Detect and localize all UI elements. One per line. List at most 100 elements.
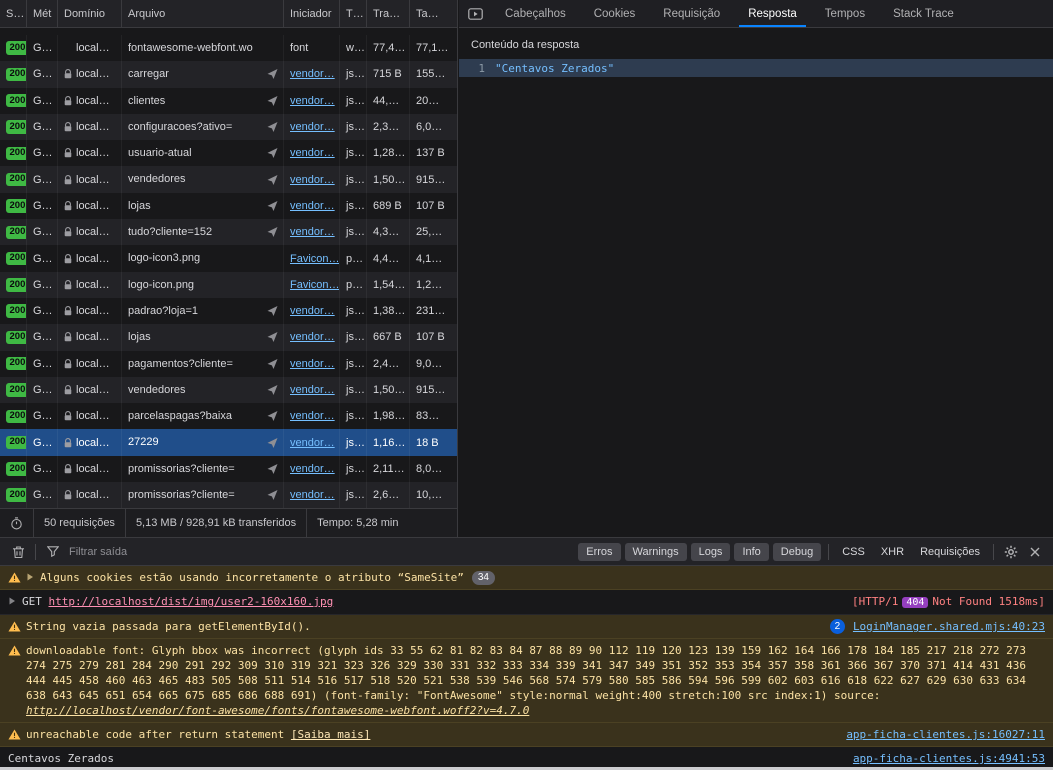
send-icon	[267, 332, 278, 343]
console-log-message[interactable]: Centavos Zerados app-ficha-clientes.js:4…	[0, 747, 1053, 767]
request-row[interactable]: 200 G… local… carregar vendor… js… 715 B…	[0, 61, 457, 87]
clear-console-button[interactable]	[6, 541, 30, 563]
col-header-size[interactable]: Ta…	[410, 0, 457, 27]
request-row[interactable]: 200 G… local… padrao?loja=1 vendor… js… …	[0, 298, 457, 324]
request-row[interactable]: 200 G… local… parcelaspagas?baixa vendor…	[0, 403, 457, 429]
resend-play-icon[interactable]	[459, 0, 491, 27]
warning-icon	[8, 727, 26, 740]
request-count: 50 requisições	[34, 509, 126, 537]
console-warning-unreachable[interactable]: unreachable code after return statement …	[0, 723, 1053, 747]
close-console-icon[interactable]	[1023, 541, 1047, 563]
initiator-cell[interactable]: Favicon…	[284, 245, 340, 271]
request-row[interactable]: 200 G… local… promissorias?cliente= vend…	[0, 482, 457, 508]
tab-cabeçalhos[interactable]: Cabeçalhos	[491, 0, 580, 27]
initiator-cell[interactable]: vendor…	[284, 482, 340, 508]
performance-analysis-button[interactable]	[0, 509, 34, 537]
filter-toggle-requisições[interactable]: Requisições	[912, 546, 988, 558]
expand-arrow-icon[interactable]	[26, 570, 40, 581]
initiator-cell[interactable]: vendor…	[284, 166, 340, 192]
filter-button-logs[interactable]: Logs	[691, 543, 731, 561]
col-header-type[interactable]: T…	[340, 0, 367, 27]
console-network-404[interactable]: GET http://localhost/dist/img/user2-160x…	[0, 590, 1053, 615]
initiator-cell[interactable]: vendor…	[284, 219, 340, 245]
request-row[interactable]: 200 G… local… configuracoes?ativo= vendo…	[0, 114, 457, 140]
file-label: lojas	[128, 200, 151, 212]
initiator-cell[interactable]: vendor…	[284, 403, 340, 429]
message-text: unreachable code after return statement	[26, 728, 291, 741]
request-url-link[interactable]: http://localhost/dist/img/user2-160x160.…	[49, 595, 334, 608]
response-section-title[interactable]: Conteúdo da resposta	[459, 28, 1053, 59]
learn-more-link[interactable]: [Saiba mais]	[291, 728, 370, 741]
request-row[interactable]: 200 G… local… promissorias?cliente= vend…	[0, 456, 457, 482]
initiator-cell[interactable]: vendor…	[284, 298, 340, 324]
initiator-cell[interactable]: vendor…	[284, 456, 340, 482]
initiator-cell[interactable]: Favicon…	[284, 272, 340, 298]
filter-button-debug[interactable]: Debug	[773, 543, 821, 561]
file-label: vendedores	[128, 173, 186, 185]
file-cell: parcelaspagas?baixa	[122, 403, 284, 429]
col-header-status[interactable]: S…	[0, 0, 27, 27]
filter-button-info[interactable]: Info	[734, 543, 768, 561]
request-row[interactable]: 200 G… local… clientes vendor… js… 44,… …	[0, 88, 457, 114]
initiator-cell[interactable]: vendor…	[284, 429, 340, 455]
filter-button-erros[interactable]: Erros	[578, 543, 620, 561]
filter-toggle-css[interactable]: CSS	[834, 546, 873, 558]
send-icon	[267, 227, 278, 238]
request-row[interactable]: 200 G… local… vendedores vendor… js… 1,5…	[0, 377, 457, 403]
source-location-link[interactable]: app-ficha-clientes.js:4941:53	[853, 752, 1045, 765]
transferred-cell: 2,6…	[367, 482, 410, 508]
request-row[interactable]: 200 G… local… lojas vendor… js… 689 B 10…	[0, 193, 457, 219]
console-filter-input[interactable]	[65, 546, 576, 558]
font-source-url-link[interactable]: http://localhost/vendor/font-awesome/fon…	[26, 704, 529, 717]
console-warning-samesite[interactable]: Alguns cookies estão usando incorretamen…	[0, 566, 1053, 590]
initiator-cell[interactable]: vendor…	[284, 61, 340, 87]
col-header-file[interactable]: Arquivo	[122, 0, 284, 27]
file-label: 27229	[128, 436, 159, 448]
method-cell: G…	[27, 429, 58, 455]
filter-button-warnings[interactable]: Warnings	[625, 543, 687, 561]
request-row[interactable]: 200 G… local… pagamentos?cliente= vendor…	[0, 351, 457, 377]
request-row[interactable]: 200 G… local… tudo?cliente=152 vendor… j…	[0, 219, 457, 245]
initiator-cell[interactable]: vendor…	[284, 88, 340, 114]
domain-label: local…	[76, 437, 110, 449]
console-warning-font-glyph[interactable]: downloadable font: Glyph bbox was incorr…	[0, 639, 1053, 723]
initiator-cell[interactable]: font	[284, 35, 340, 61]
console-warning-getelementbyid[interactable]: String vazia passada para getElementById…	[0, 615, 1053, 639]
request-row[interactable]: 200 G… local… 27229 vendor… js… 1,16… 18…	[0, 429, 457, 455]
initiator-cell[interactable]: vendor…	[284, 193, 340, 219]
request-row[interactable]: 200 G… local… logo-icon.png Favicon… p… …	[0, 272, 457, 298]
col-header-domain[interactable]: Domínio	[58, 0, 122, 27]
col-header-transferred[interactable]: Tra…	[367, 0, 410, 27]
domain-label: local…	[76, 147, 110, 159]
request-row[interactable]: 200 G… local… vendedores vendor… js… 1,5…	[0, 166, 457, 192]
status-cell: 200	[0, 245, 27, 271]
console-settings-gear-icon[interactable]	[999, 541, 1023, 563]
method-cell: G…	[27, 219, 58, 245]
initiator-cell[interactable]: vendor…	[284, 140, 340, 166]
tab-stack-trace[interactable]: Stack Trace	[879, 0, 968, 27]
http-status-text: Not Found 1518ms]	[932, 595, 1045, 608]
size-cell: 6,0…	[410, 114, 457, 140]
request-row[interactable]: 200 G… local… usuario-atual vendor… js… …	[0, 140, 457, 166]
request-row[interactable]: 200 G… local… fontawesome-webfont.wo fon…	[0, 35, 457, 61]
expand-arrow-icon[interactable]	[8, 594, 22, 605]
source-location-link[interactable]: LoginManager.shared.mjs:40:23	[853, 620, 1045, 633]
tab-cookies[interactable]: Cookies	[580, 0, 650, 27]
source-location-link[interactable]: app-ficha-clientes.js:16027:11	[846, 728, 1045, 741]
initiator-cell[interactable]: vendor…	[284, 351, 340, 377]
initiator-cell[interactable]: vendor…	[284, 377, 340, 403]
request-row[interactable]: 200 G… local… lojas vendor… js… 667 B 10…	[0, 324, 457, 350]
initiator-cell[interactable]: vendor…	[284, 114, 340, 140]
status-badge: 200	[6, 199, 27, 212]
response-line[interactable]: 1 "Centavos Zerados"	[459, 59, 1053, 77]
col-header-method[interactable]: Mét	[27, 0, 58, 27]
tab-tempos[interactable]: Tempos	[811, 0, 879, 27]
domain-cell: local…	[58, 403, 122, 429]
filter-toggle-xhr[interactable]: XHR	[873, 546, 912, 558]
method-cell: G…	[27, 272, 58, 298]
initiator-cell[interactable]: vendor…	[284, 324, 340, 350]
request-row[interactable]: 200 G… local… logo-icon3.png Favicon… p……	[0, 245, 457, 271]
col-header-initiator[interactable]: Iniciador	[284, 0, 340, 27]
tab-resposta[interactable]: Resposta	[734, 0, 811, 27]
tab-requisição[interactable]: Requisição	[649, 0, 734, 27]
